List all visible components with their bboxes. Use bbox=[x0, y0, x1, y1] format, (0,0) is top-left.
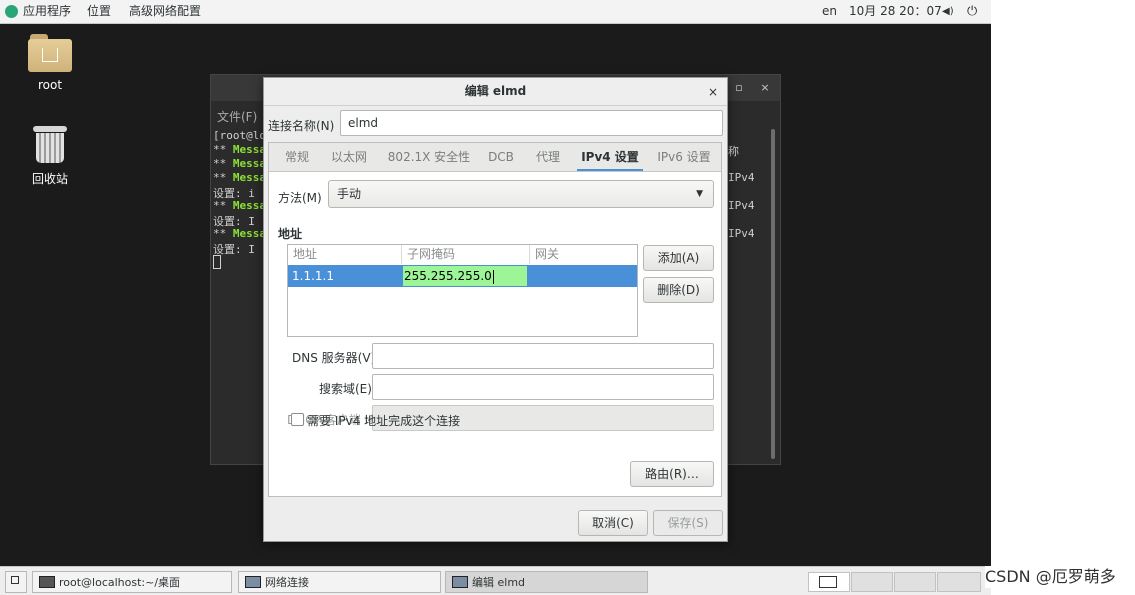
terminal-fragment: 称 bbox=[728, 145, 739, 158]
network-icon bbox=[452, 576, 468, 588]
tab-bar: 常规 以太网 802.1X 安全性 DCB 代理 IPv4 设置 IPv6 设置 bbox=[269, 143, 721, 172]
column-header-gateway[interactable]: 网关 bbox=[530, 245, 637, 264]
applications-logo-icon[interactable] bbox=[5, 5, 18, 18]
home-icon bbox=[42, 48, 58, 62]
connection-name-input[interactable]: elmd bbox=[340, 110, 723, 136]
tab-proxy[interactable]: 代理 bbox=[531, 143, 565, 171]
terminal-line: ** Messa bbox=[213, 227, 266, 240]
terminal-fragment: IPv4 bbox=[728, 199, 755, 212]
top-bar: 应用程序 位置 高级网络配置 en 10月 28 20：07 ◀) ⏻ bbox=[0, 0, 991, 24]
cancel-button[interactable]: 取消(C) bbox=[578, 510, 648, 536]
tab-8021x-security[interactable]: 802.1X 安全性 bbox=[383, 143, 475, 171]
screenshot-margin bbox=[991, 0, 1135, 565]
settings-notebook: 常规 以太网 802.1X 安全性 DCB 代理 IPv4 设置 IPv6 设置… bbox=[268, 142, 722, 497]
terminal-line: [root@lo bbox=[213, 129, 266, 142]
taskbar-network-connections[interactable]: 网络连接 bbox=[238, 571, 441, 593]
netmask-cell-editor[interactable]: 255.255.255.0 bbox=[403, 266, 527, 286]
folder-icon bbox=[28, 32, 72, 72]
chevron-down-icon: ▼ bbox=[696, 189, 703, 199]
require-ipv4-label[interactable]: 需要 IPv4 地址完成这个连接 bbox=[307, 412, 460, 429]
tab-general[interactable]: 常规 bbox=[277, 143, 317, 171]
show-desktop-button[interactable] bbox=[5, 571, 27, 593]
places-menu[interactable]: 位置 bbox=[87, 0, 111, 23]
terminal-icon bbox=[39, 576, 55, 588]
terminal-fragment: IPv4 bbox=[728, 171, 755, 184]
dns-servers-input[interactable] bbox=[372, 343, 714, 369]
connection-name-label: 连接名称(N) bbox=[268, 119, 335, 133]
column-header-address[interactable]: 地址 bbox=[288, 245, 402, 264]
close-icon[interactable]: × bbox=[704, 83, 722, 101]
terminal-fragment: IPv4 bbox=[728, 227, 755, 240]
workspace-4[interactable] bbox=[937, 572, 981, 592]
save-button: 保存(S) bbox=[653, 510, 723, 536]
tab-dcb[interactable]: DCB bbox=[483, 143, 519, 171]
delete-address-button[interactable]: 删除(D) bbox=[643, 277, 714, 303]
volume-icon[interactable]: ◀) bbox=[942, 0, 954, 23]
taskbar-terminal[interactable]: root@localhost:~/桌面 bbox=[32, 571, 232, 593]
addresses-heading: 地址 bbox=[278, 227, 303, 241]
watermark: CSDN @厄罗萌多 bbox=[985, 566, 1135, 588]
taskbar-network-label: 网络连接 bbox=[265, 576, 309, 589]
netmask-value: 255.255.255.0 bbox=[404, 269, 492, 283]
search-domains-label: 搜索域(E) bbox=[319, 382, 372, 396]
text-caret bbox=[492, 269, 494, 284]
taskbar-edit-connection[interactable]: 编辑 elmd bbox=[445, 571, 648, 593]
edit-connection-dialog: 编辑 elmd × 连接名称(N) elmd 常规 以太网 802.1X 安全性… bbox=[263, 77, 728, 542]
tab-ipv4-settings[interactable]: IPv4 设置 bbox=[577, 143, 643, 171]
require-ipv4-checkbox[interactable] bbox=[291, 413, 304, 426]
method-label: 方法(M) bbox=[278, 191, 322, 205]
taskbar-edit-label: 编辑 elmd bbox=[472, 576, 526, 589]
power-icon[interactable]: ⏻ bbox=[967, 0, 977, 23]
terminal-line: ** Messa bbox=[213, 157, 266, 170]
home-folder-desktop-icon[interactable]: root bbox=[22, 32, 78, 92]
address-cell[interactable]: 1.1.1.1 bbox=[292, 265, 334, 287]
minimize-icon[interactable]: ▫ bbox=[731, 80, 747, 96]
column-header-netmask[interactable]: 子网掩码 bbox=[402, 245, 530, 264]
clock[interactable]: 10月 28 20：07 bbox=[849, 0, 942, 23]
terminal-line: ** Messa bbox=[213, 199, 266, 212]
trash-icon bbox=[33, 125, 67, 165]
tab-ethernet[interactable]: 以太网 bbox=[325, 143, 373, 171]
table-header-row: 地址 子网掩码 网关 bbox=[288, 245, 637, 266]
add-address-button[interactable]: 添加(A) bbox=[643, 245, 714, 271]
taskbar-terminal-label: root@localhost:~/桌面 bbox=[59, 576, 181, 589]
method-dropdown[interactable]: 手动 ▼ bbox=[328, 180, 714, 208]
method-value: 手动 bbox=[337, 187, 362, 201]
dns-servers-label: DNS 服务器(V) bbox=[292, 351, 376, 365]
home-folder-label: root bbox=[37, 78, 63, 92]
bottom-taskbar: root@localhost:~/桌面 网络连接 编辑 elmd bbox=[0, 566, 991, 595]
network-icon bbox=[245, 576, 261, 588]
terminal-line: ** Messa bbox=[213, 171, 266, 184]
workspace-1[interactable] bbox=[808, 572, 850, 592]
tab-ipv6-settings[interactable]: IPv6 设置 bbox=[651, 143, 717, 171]
workspace-3[interactable] bbox=[894, 572, 936, 592]
workspace-window-icon bbox=[819, 576, 837, 588]
trash-label: 回收站 bbox=[31, 172, 68, 186]
dialog-title: 编辑 elmd bbox=[464, 84, 527, 98]
table-row[interactable]: 1.1.1.1 255.255.255.0 bbox=[288, 265, 637, 287]
address-table[interactable]: 地址 子网掩码 网关 1.1.1.1 255.255.255.0 bbox=[287, 244, 638, 337]
terminal-line: ** Messa bbox=[213, 143, 266, 156]
applications-menu[interactable]: 应用程序 bbox=[23, 0, 71, 23]
search-domains-input[interactable] bbox=[372, 374, 714, 400]
language-indicator[interactable]: en bbox=[822, 0, 837, 23]
workspace-2[interactable] bbox=[851, 572, 893, 592]
desktop-screen: 应用程序 位置 高级网络配置 en 10月 28 20：07 ◀) ⏻ root… bbox=[0, 0, 991, 595]
terminal-scrollbar[interactable] bbox=[771, 129, 775, 459]
routes-button[interactable]: 路由(R)… bbox=[630, 461, 714, 487]
close-icon[interactable]: × bbox=[757, 80, 773, 96]
show-desktop-icon bbox=[11, 576, 19, 584]
trash-desktop-icon[interactable]: 回收站 bbox=[22, 125, 78, 187]
dialog-titlebar[interactable]: 编辑 elmd × bbox=[264, 78, 727, 106]
terminal-cursor bbox=[213, 255, 221, 269]
terminal-file-menu[interactable]: 文件(F) bbox=[217, 108, 257, 125]
app-menu[interactable]: 高级网络配置 bbox=[129, 0, 201, 23]
